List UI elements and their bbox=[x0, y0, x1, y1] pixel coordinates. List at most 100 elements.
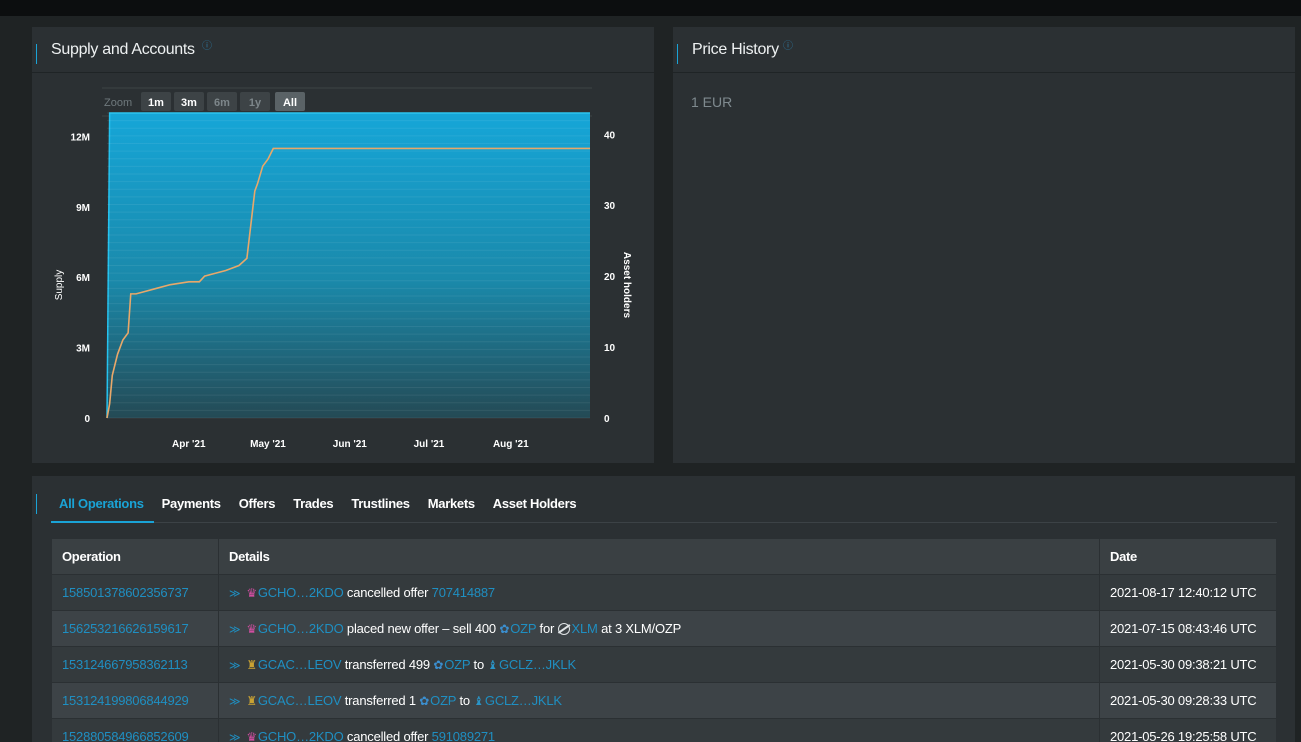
expand-chevron-icon[interactable]: ≫ bbox=[229, 696, 241, 708]
y-right-tick-label: 10 bbox=[604, 343, 616, 354]
panel-header: Supply and Accounts ⓘ bbox=[32, 27, 654, 73]
tabs-divider bbox=[51, 522, 1277, 523]
top-bar bbox=[0, 0, 1301, 16]
operation-action-text: cancelled offer bbox=[346, 729, 429, 742]
supply-accounts-panel: Supply and Accounts ⓘ Zoom 1m 3m 6m 1y All 0 3M… bbox=[32, 27, 654, 463]
x-tick-label: Jul '21 bbox=[414, 439, 445, 450]
expand-chevron-icon[interactable]: ≫ bbox=[229, 588, 241, 600]
operation-link[interactable]: 152880584966852609 bbox=[62, 729, 189, 742]
details-cell: ≫ ♜GCAC…LEOV transferred 499 ✿OZP to ♝GCL… bbox=[218, 646, 1100, 683]
info-icon[interactable]: ⓘ bbox=[202, 37, 212, 52]
expand-chevron-icon[interactable]: ≫ bbox=[229, 660, 241, 672]
tab-offers[interactable]: Offers bbox=[239, 496, 276, 511]
y-left-axis-title: Supply bbox=[54, 270, 65, 301]
table-row: 158501378602356737 ≫ ♛GCHO…2KDO cancelled… bbox=[51, 574, 1277, 611]
account-link[interactable]: GCAC…LEOV bbox=[258, 657, 342, 672]
asset-link[interactable]: OZP bbox=[444, 657, 470, 672]
account-avatar-icon: ♝ bbox=[473, 694, 484, 708]
date-cell: 2021-07-15 08:43:46 UTC bbox=[1099, 610, 1277, 647]
y-left-tick-label: 6M bbox=[76, 273, 90, 284]
tab-asset-holders[interactable]: Asset Holders bbox=[493, 496, 577, 511]
date-cell: 2021-05-30 09:28:33 UTC bbox=[1099, 682, 1277, 719]
asset-link[interactable]: XLM bbox=[572, 621, 598, 636]
tab-all-operations[interactable]: All Operations bbox=[59, 496, 144, 511]
price-text: 1 EUR bbox=[691, 94, 733, 110]
column-header-date[interactable]: Date bbox=[1099, 538, 1277, 575]
header-accent bbox=[677, 44, 678, 64]
tab-markets[interactable]: Markets bbox=[428, 496, 475, 511]
details-cell: ≫ ♛GCHO…2KDO cancelled offer 707414887 bbox=[218, 574, 1100, 611]
details-cell: ≫ ♜GCAC…LEOV transferred 1 ✿OZP to ♝GCLZ…… bbox=[218, 682, 1100, 719]
account-link[interactable]: GCHO…2KDO bbox=[258, 621, 344, 636]
price-text: at 3 XLM/OZP bbox=[601, 621, 682, 636]
info-icon[interactable]: ⓘ bbox=[783, 37, 793, 52]
operation-id-cell: 152880584966852609 bbox=[51, 718, 219, 742]
price-history-panel: Price History ⓘ 1 EUR bbox=[673, 27, 1295, 463]
operation-link[interactable]: 158501378602356737 bbox=[62, 585, 189, 600]
tab-payments[interactable]: Payments bbox=[162, 496, 221, 511]
x-tick-label: Jun '21 bbox=[333, 439, 367, 450]
y-right-tick-label: 30 bbox=[604, 201, 616, 212]
account-avatar-icon: ♝ bbox=[487, 658, 498, 672]
details-cell: ≫ ♛GCHO…2KDO cancelled offer 591089271 bbox=[218, 718, 1100, 742]
asset-link[interactable]: OZP bbox=[510, 621, 536, 636]
connector-text: to bbox=[459, 693, 470, 708]
account-avatar-icon: ♛ bbox=[246, 586, 257, 600]
supply-accounts-chart: Zoom 1m 3m 6m 1y All 0 3M 6M 9M 12M 0 10 20 30 40 Apr '2… bbox=[54, 87, 632, 450]
xlm-logo-icon bbox=[557, 623, 570, 635]
details-cell: ≫ ♛GCHO…2KDO placed new offer – sell 400 … bbox=[218, 610, 1100, 647]
account-avatar-icon: ♜ bbox=[246, 694, 257, 708]
date-cell: 2021-05-30 09:38:21 UTC bbox=[1099, 646, 1277, 683]
table-row: 153124199806844929 ≫ ♜GCAC…LEOV transferr… bbox=[51, 682, 1277, 719]
operation-link[interactable]: 153124667958362113 bbox=[62, 657, 188, 672]
date-cell: 2021-05-26 19:25:58 UTC bbox=[1099, 718, 1277, 742]
operation-action-text: transferred 499 bbox=[344, 657, 430, 672]
zoom-button-all[interactable]: All bbox=[283, 97, 297, 109]
x-tick-label: May '21 bbox=[250, 439, 286, 450]
account-link[interactable]: GCLZ…JKLK bbox=[485, 693, 562, 708]
account-link[interactable]: GCHO…2KDO bbox=[258, 585, 344, 600]
operations-panel: All Operations Payments Offers Trades Tr… bbox=[32, 476, 1295, 742]
operation-id-cell: 156253216626159617 bbox=[51, 610, 219, 647]
asset-link[interactable]: OZP bbox=[430, 693, 456, 708]
offer-link[interactable]: 707414887 bbox=[432, 585, 495, 600]
column-header-operation[interactable]: Operation bbox=[51, 538, 219, 575]
expand-chevron-icon[interactable]: ≫ bbox=[229, 732, 241, 742]
operation-id-cell: 158501378602356737 bbox=[51, 574, 219, 611]
operation-id-cell: 153124199806844929 bbox=[51, 682, 219, 719]
y-right-tick-label: 40 bbox=[604, 130, 616, 141]
operation-link[interactable]: 156253216626159617 bbox=[62, 621, 189, 636]
zoom-button-1m[interactable]: 1m bbox=[148, 97, 164, 109]
header-accent bbox=[36, 44, 37, 64]
tab-trades[interactable]: Trades bbox=[293, 496, 333, 511]
zoom-label: Zoom bbox=[104, 97, 132, 109]
asset-ozp-icon: ✿ bbox=[419, 694, 430, 708]
table-row: 153124667958362113 ≫ ♜GCAC…LEOV transferr… bbox=[51, 646, 1277, 683]
column-header-details[interactable]: Details bbox=[218, 538, 1100, 575]
operation-link[interactable]: 153124199806844929 bbox=[62, 693, 189, 708]
account-link[interactable]: GCHO…2KDO bbox=[258, 729, 344, 742]
zoom-button-3m[interactable]: 3m bbox=[181, 97, 197, 109]
operation-action-text: cancelled offer bbox=[346, 585, 429, 600]
table-header-row: Operation Details Date bbox=[51, 538, 1277, 575]
y-right-axis-title: Asset holders bbox=[621, 252, 632, 319]
date-cell: 2021-08-17 12:40:12 UTC bbox=[1099, 574, 1277, 611]
offer-link[interactable]: 591089271 bbox=[432, 729, 495, 742]
tab-trustlines[interactable]: Trustlines bbox=[351, 496, 410, 511]
account-avatar-icon: ♛ bbox=[246, 622, 257, 636]
y-left-tick-label: 0 bbox=[84, 414, 90, 425]
account-link[interactable]: GCAC…LEOV bbox=[258, 693, 342, 708]
operation-action-text: placed new offer – sell 400 bbox=[346, 621, 496, 636]
zoom-button-6m[interactable]: 6m bbox=[214, 97, 230, 109]
connector-text: to bbox=[473, 657, 485, 672]
account-link[interactable]: GCLZ…JKLK bbox=[499, 657, 576, 672]
asset-ozp-icon: ✿ bbox=[433, 658, 444, 672]
zoom-button-1y[interactable]: 1y bbox=[249, 97, 262, 109]
y-left-tick-label: 12M bbox=[71, 132, 90, 143]
tabs-accent bbox=[36, 494, 37, 514]
table-row: 156253216626159617 ≫ ♛GCHO…2KDO placed ne… bbox=[51, 610, 1277, 647]
account-avatar-icon: ♜ bbox=[246, 658, 257, 672]
y-left-tick-label: 3M bbox=[76, 344, 90, 355]
table-row: 152880584966852609 ≫ ♛GCHO…2KDO cancelled… bbox=[51, 718, 1277, 742]
expand-chevron-icon[interactable]: ≫ bbox=[229, 624, 241, 636]
